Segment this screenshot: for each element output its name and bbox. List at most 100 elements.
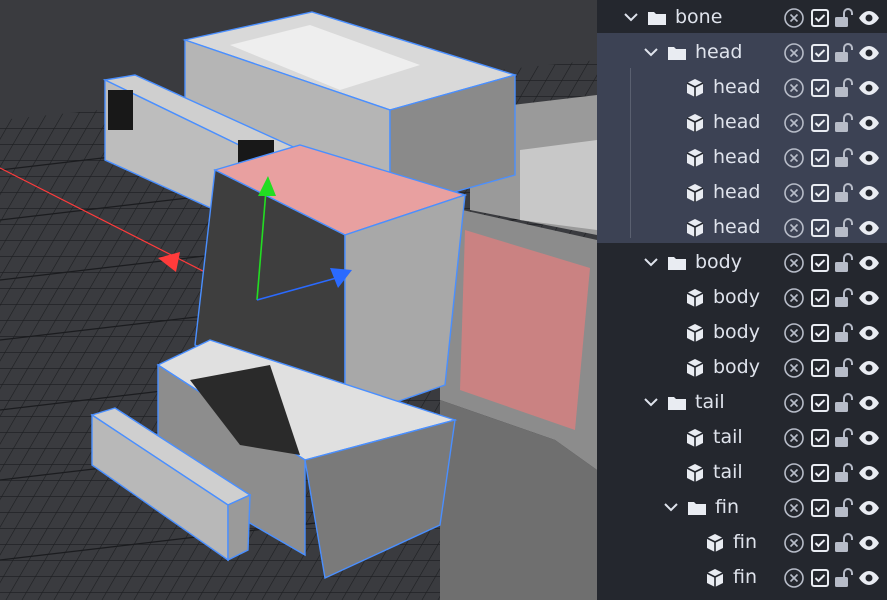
lock-open-icon[interactable] (833, 462, 855, 484)
outliner-row-label: body (695, 251, 742, 273)
lock-open-icon[interactable] (833, 252, 855, 274)
remove-circle-icon[interactable] (783, 322, 805, 344)
checkbox-checked-icon[interactable] (809, 112, 831, 134)
eye-icon[interactable] (858, 322, 880, 344)
eye-icon[interactable] (858, 462, 880, 484)
lock-open-icon[interactable] (833, 217, 855, 239)
chevron-down-icon[interactable] (643, 44, 659, 60)
lock-open-icon[interactable] (833, 427, 855, 449)
checkbox-checked-icon[interactable] (809, 462, 831, 484)
remove-circle-icon[interactable] (783, 392, 805, 414)
outliner-row-label: tail (713, 426, 743, 448)
remove-circle-icon[interactable] (783, 112, 805, 134)
outliner-row-cube[interactable]: fin (597, 525, 887, 560)
lock-open-icon[interactable] (833, 42, 855, 64)
remove-circle-icon[interactable] (783, 567, 805, 589)
lock-open-icon[interactable] (833, 77, 855, 99)
outliner-row-group[interactable]: body (597, 245, 887, 280)
outliner-row-label: fin (733, 566, 758, 588)
outliner-row-cube[interactable]: fin (597, 560, 887, 595)
eye-icon[interactable] (858, 42, 880, 64)
outliner-row-group[interactable]: fin (597, 490, 887, 525)
outliner-row-group[interactable]: tail (597, 385, 887, 420)
lock-open-icon[interactable] (833, 182, 855, 204)
chevron-down-icon[interactable] (643, 254, 659, 270)
eye-icon[interactable] (858, 217, 880, 239)
remove-circle-icon[interactable] (783, 42, 805, 64)
cube-icon (685, 428, 705, 448)
folder-icon (667, 393, 687, 413)
checkbox-checked-icon[interactable] (809, 427, 831, 449)
chevron-down-icon[interactable] (623, 9, 639, 25)
lock-open-icon[interactable] (833, 7, 855, 29)
outliner-row-cube[interactable]: tail (597, 420, 887, 455)
outliner-row-cube[interactable]: body (597, 315, 887, 350)
lock-open-icon[interactable] (833, 112, 855, 134)
lock-open-icon[interactable] (833, 567, 855, 589)
eye-icon[interactable] (858, 112, 880, 134)
outliner-row-cube[interactable]: head (597, 105, 887, 140)
checkbox-checked-icon[interactable] (809, 567, 831, 589)
remove-circle-icon[interactable] (783, 357, 805, 379)
outliner-row-cube[interactable]: body (597, 280, 887, 315)
outliner-row-group[interactable]: bone (597, 0, 887, 35)
remove-circle-icon[interactable] (783, 182, 805, 204)
checkbox-checked-icon[interactable] (809, 287, 831, 309)
outliner-row-cube[interactable]: head (597, 210, 887, 245)
checkbox-checked-icon[interactable] (809, 147, 831, 169)
eye-icon[interactable] (858, 7, 880, 29)
cube-icon (705, 533, 725, 553)
3d-viewport[interactable] (0, 0, 597, 600)
checkbox-checked-icon[interactable] (809, 252, 831, 274)
remove-circle-icon[interactable] (783, 497, 805, 519)
outliner-row-cube[interactable]: head (597, 70, 887, 105)
cube-icon (705, 568, 725, 588)
eye-icon[interactable] (858, 532, 880, 554)
eye-icon[interactable] (858, 567, 880, 589)
remove-circle-icon[interactable] (783, 427, 805, 449)
checkbox-checked-icon[interactable] (809, 217, 831, 239)
chevron-down-icon[interactable] (663, 499, 679, 515)
eye-icon[interactable] (858, 147, 880, 169)
lock-open-icon[interactable] (833, 392, 855, 414)
chevron-down-icon[interactable] (643, 394, 659, 410)
lock-open-icon[interactable] (833, 147, 855, 169)
remove-circle-icon[interactable] (783, 252, 805, 274)
lock-open-icon[interactable] (833, 287, 855, 309)
eye-icon[interactable] (858, 497, 880, 519)
remove-circle-icon[interactable] (783, 7, 805, 29)
eye-icon[interactable] (858, 252, 880, 274)
lock-open-icon[interactable] (833, 322, 855, 344)
checkbox-checked-icon[interactable] (809, 42, 831, 64)
viewport-canvas[interactable] (0, 0, 597, 600)
outliner-row-cube[interactable]: tail (597, 455, 887, 490)
remove-circle-icon[interactable] (783, 217, 805, 239)
checkbox-checked-icon[interactable] (809, 497, 831, 519)
outliner-row-cube[interactable]: head (597, 175, 887, 210)
outliner-row-group[interactable]: head (597, 35, 887, 70)
eye-icon[interactable] (858, 77, 880, 99)
eye-icon[interactable] (858, 287, 880, 309)
checkbox-checked-icon[interactable] (809, 322, 831, 344)
checkbox-checked-icon[interactable] (809, 357, 831, 379)
checkbox-checked-icon[interactable] (809, 392, 831, 414)
remove-circle-icon[interactable] (783, 147, 805, 169)
checkbox-checked-icon[interactable] (809, 182, 831, 204)
eye-icon[interactable] (858, 392, 880, 414)
outliner-row-cube[interactable]: head (597, 140, 887, 175)
lock-open-icon[interactable] (833, 497, 855, 519)
checkbox-checked-icon[interactable] (809, 77, 831, 99)
lock-open-icon[interactable] (833, 357, 855, 379)
checkbox-checked-icon[interactable] (809, 532, 831, 554)
eye-icon[interactable] (858, 357, 880, 379)
outliner-row-cube[interactable]: body (597, 350, 887, 385)
remove-circle-icon[interactable] (783, 462, 805, 484)
remove-circle-icon[interactable] (783, 532, 805, 554)
eye-icon[interactable] (858, 427, 880, 449)
remove-circle-icon[interactable] (783, 77, 805, 99)
remove-circle-icon[interactable] (783, 287, 805, 309)
checkbox-checked-icon[interactable] (809, 7, 831, 29)
lock-open-icon[interactable] (833, 532, 855, 554)
outliner-panel[interactable]: bone head head head head head head body body body… (597, 0, 887, 600)
eye-icon[interactable] (858, 182, 880, 204)
